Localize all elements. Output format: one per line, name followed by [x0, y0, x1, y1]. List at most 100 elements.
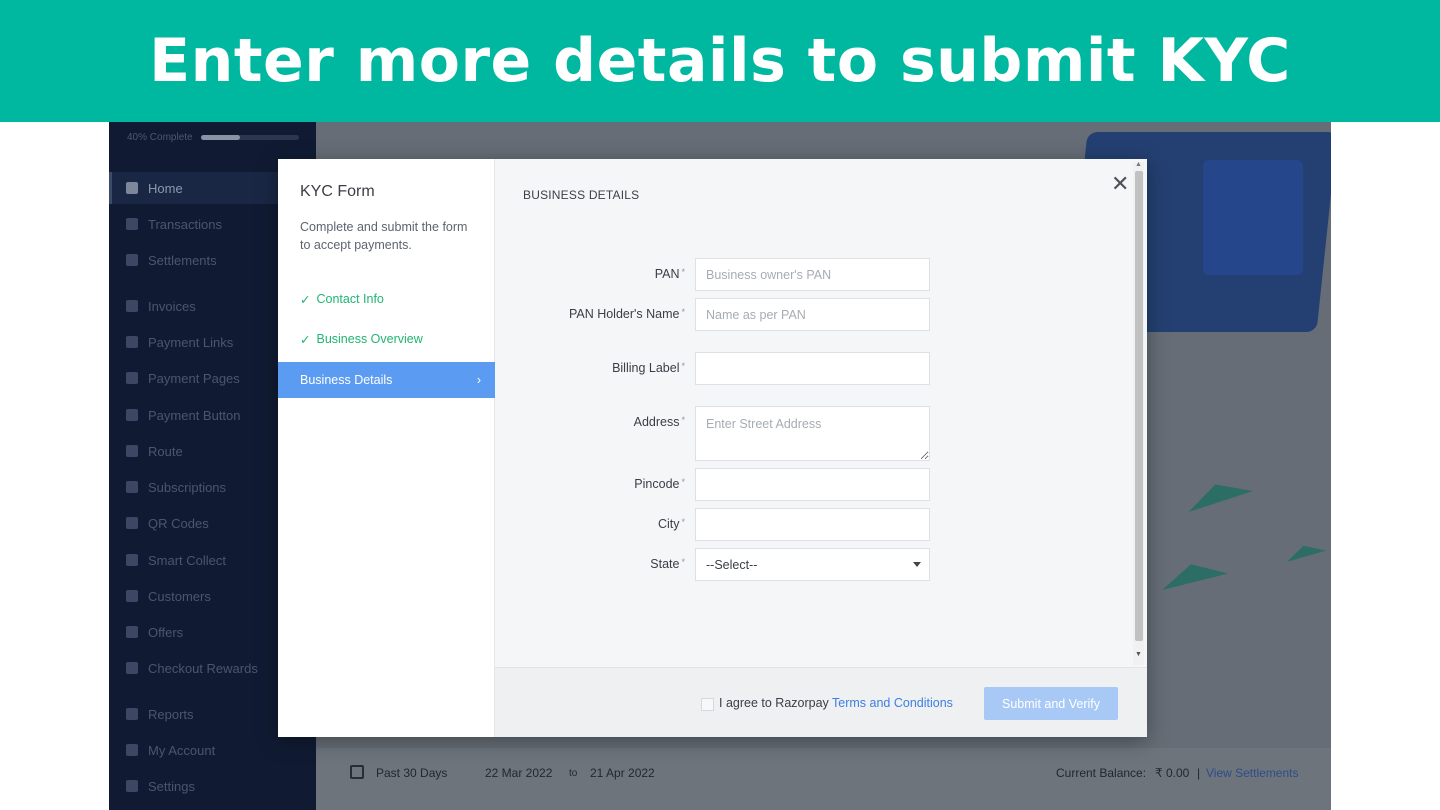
modal-footer: I agree to Razorpay Terms and Conditions…: [495, 667, 1147, 737]
modal-title: KYC Form: [300, 183, 375, 200]
tag-icon: [126, 626, 138, 638]
scrollbar-thumb[interactable]: [1135, 171, 1143, 641]
required-mark: *: [681, 557, 685, 567]
pan-holder-label: PAN Holder's Name *: [495, 307, 685, 321]
pincode-label: Pincode *: [495, 477, 685, 491]
date-range-select[interactable]: Past 30 Days: [376, 766, 447, 780]
required-mark: *: [681, 517, 685, 527]
pan-holder-name-input[interactable]: [695, 298, 930, 331]
sidebar-item-label: Settings: [148, 778, 195, 794]
qr-icon: [126, 517, 138, 529]
step-business-overview[interactable]: ✓ Business Overview: [278, 321, 495, 357]
step-label: Contact Info: [316, 292, 384, 306]
gift-icon: [126, 662, 138, 674]
step-contact-info[interactable]: ✓ Contact Info: [278, 281, 495, 317]
terms-checkbox[interactable]: [701, 698, 714, 711]
billing-label-label: Billing Label *: [495, 361, 685, 375]
sidebar-item-label: Subscriptions: [148, 479, 227, 495]
billing-label-input[interactable]: [695, 352, 930, 385]
sidebar-item-label: Settlements: [148, 252, 217, 268]
section-title: BUSINESS DETAILS: [523, 188, 640, 202]
sidebar-item-label: Transactions: [148, 216, 222, 232]
pan-label: PAN *: [495, 267, 685, 281]
address-label-text: Address: [633, 415, 680, 429]
modal-description: Complete and submit the form to accept p…: [300, 220, 468, 252]
state-select-value: --Select--: [706, 557, 758, 572]
progress-text: 40% Complete: [127, 132, 193, 143]
account-icon: [126, 744, 138, 756]
city-label: City *: [495, 517, 685, 531]
balance-label: Current Balance:: [1056, 766, 1147, 780]
sidebar-item-settings[interactable]: Settings: [109, 770, 316, 802]
close-icon[interactable]: ✕: [1111, 173, 1129, 195]
check-icon: ✓: [300, 292, 311, 307]
required-mark: *: [681, 307, 685, 317]
sidebar-item-label: Payment Pages: [148, 370, 240, 386]
pincode-input[interactable]: [695, 468, 930, 501]
reports-icon: [126, 708, 138, 720]
page-icon: [126, 372, 138, 384]
required-mark: *: [681, 267, 685, 277]
state-label-text: State: [650, 557, 680, 571]
state-select[interactable]: --Select--: [695, 548, 930, 581]
sidebar-item-label: Reports: [148, 706, 194, 722]
city-input[interactable]: [695, 508, 930, 541]
home-icon: [126, 182, 138, 194]
address-textarea[interactable]: [695, 406, 930, 461]
required-mark: *: [681, 415, 685, 425]
date-to-word: to: [569, 768, 578, 779]
city-label-text: City: [657, 517, 680, 531]
submit-verify-button[interactable]: Submit and Verify: [984, 687, 1118, 720]
chevron-down-icon: [913, 562, 921, 567]
pan-holder-label-text: PAN Holder's Name: [568, 307, 680, 321]
sidebar-item-my-account[interactable]: My Account: [109, 734, 316, 766]
billing-label-text: Billing Label: [612, 361, 680, 375]
kyc-modal: KYC Form Complete and submit the form to…: [278, 159, 1147, 737]
sidebar-item-label: Home: [148, 180, 183, 196]
chevron-right-icon: ›: [476, 373, 481, 387]
banner-title: Enter more details to submit KYC: [149, 26, 1291, 96]
transactions-icon: [126, 218, 138, 230]
subscriptions-icon: [126, 481, 138, 493]
agree-prefix: I agree to Razorpay: [719, 696, 833, 710]
sidebar-item-label: Payment Button: [148, 407, 241, 423]
sidebar-item-label: QR Codes: [148, 515, 209, 531]
balance-value: ₹ 0.00: [1155, 766, 1190, 780]
terms-agreement: I agree to Razorpay Terms and Conditions: [719, 696, 953, 710]
date-to[interactable]: 21 Apr 2022: [590, 766, 655, 780]
link-icon: [126, 336, 138, 348]
sidebar-item-label: Offers: [148, 624, 184, 640]
step-label: Business Details: [300, 373, 393, 387]
scroll-up-arrow-icon[interactable]: ▲: [1135, 161, 1142, 168]
progress-row: 40% Complete: [127, 132, 299, 143]
business-details-form: BUSINESS DETAILS ✕ ▲ ▼ PAN* PAN Holder's…: [495, 159, 1147, 737]
pincode-label-text: Pincode: [634, 477, 680, 491]
sidebar-item-label: Smart Collect: [148, 552, 227, 568]
settlements-icon: [126, 254, 138, 266]
banner: Enter more details to submit KYC: [0, 0, 1440, 122]
bank-icon: [126, 554, 138, 566]
pan-input[interactable]: [695, 258, 930, 291]
step-business-details[interactable]: Business Details ›: [278, 362, 495, 398]
view-settlements-link[interactable]: View Settlements: [1206, 766, 1299, 780]
progress-fill: [200, 135, 240, 140]
scroll-down-arrow-icon[interactable]: ▼: [1135, 651, 1142, 658]
laptop-screen-illustration: [1203, 160, 1303, 275]
address-label: Address *: [495, 415, 685, 429]
invoice-icon: [126, 300, 138, 312]
sidebar-item-label: Customers: [148, 588, 211, 604]
terms-link[interactable]: Terms and Conditions: [832, 696, 953, 710]
sidebar-item-label: Route: [148, 443, 183, 459]
outer-margin: [1331, 122, 1440, 810]
calendar-icon[interactable]: [350, 765, 364, 779]
sidebar-item-label: Checkout Rewards: [148, 660, 258, 676]
state-label: State *: [495, 557, 685, 571]
button-icon: [126, 409, 138, 421]
date-from[interactable]: 22 Mar 2022: [485, 766, 552, 780]
separator: |: [1197, 766, 1201, 780]
kyc-steps-panel: KYC Form Complete and submit the form to…: [278, 159, 495, 737]
route-icon: [126, 445, 138, 457]
sidebar-item-label: Invoices: [148, 298, 196, 314]
step-label: Business Overview: [316, 332, 423, 346]
customers-icon: [126, 590, 138, 602]
